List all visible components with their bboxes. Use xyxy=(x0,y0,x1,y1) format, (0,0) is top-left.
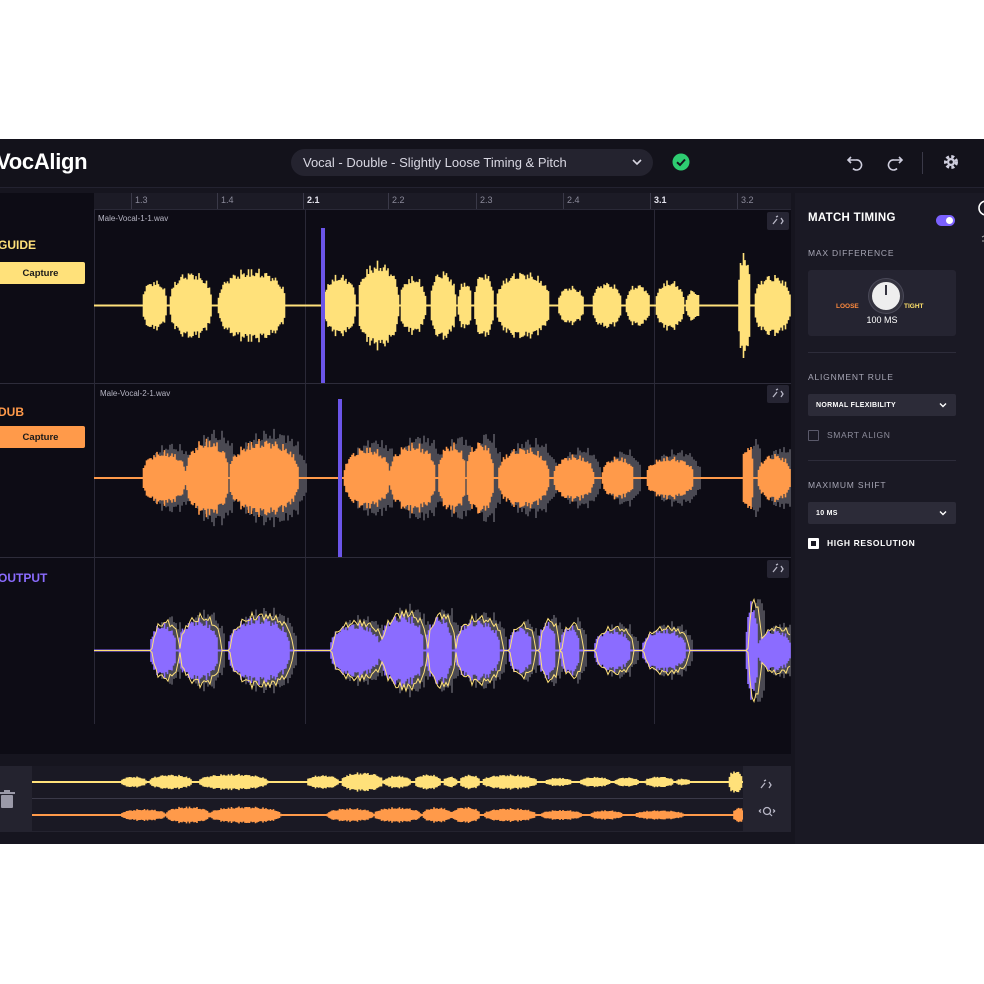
dub-lane: DUB Capture Male-Vocal-2-1.wav xyxy=(0,383,791,558)
max-difference-value: 100 MS xyxy=(866,315,898,325)
match-timing-toggle[interactable] xyxy=(936,215,955,226)
smart-align-label: SMART ALIGN xyxy=(827,430,891,440)
smart-align-checkbox[interactable] xyxy=(808,430,819,441)
trash-icon[interactable] xyxy=(0,789,16,809)
max-difference-label: MAX DIFFERENCE xyxy=(808,248,895,258)
guide-capture-button[interactable]: Capture xyxy=(0,262,85,284)
guide-track-name: GUIDE xyxy=(0,238,37,252)
playhead-cursor[interactable] xyxy=(338,399,342,557)
high-resolution-checkbox[interactable] xyxy=(808,538,819,549)
waveform-body xyxy=(94,438,791,518)
undo-icon[interactable] xyxy=(845,152,865,172)
output-label-area: OUTPUT xyxy=(0,557,95,724)
guide-label-area: GUIDE Capture xyxy=(0,210,95,383)
ruler-tick-label: 3.2 xyxy=(741,195,754,205)
ruler-tick xyxy=(131,193,132,209)
top-bar: VocAlign Vocal - Double - Slightly Loose… xyxy=(0,139,984,188)
maximum-shift-select[interactable]: 10 MS xyxy=(808,502,956,524)
knob-tight-label: TIGHT xyxy=(904,303,924,310)
ruler-tick xyxy=(476,193,477,209)
panel-divider xyxy=(808,352,956,353)
ruler-tick xyxy=(303,193,304,209)
redo-icon[interactable] xyxy=(885,152,905,172)
timeline-ruler[interactable]: 1.3 1.4 2.1 2.2 2.3 2.4 3.1 3.2 xyxy=(94,193,791,210)
ruler-tick xyxy=(737,193,738,209)
chevron-down-icon xyxy=(939,403,947,408)
knob-loose-label: LOOSE xyxy=(836,303,859,310)
waveform-body xyxy=(31,806,744,824)
chevron-down-icon xyxy=(632,159,642,166)
playhead-cursor[interactable] xyxy=(321,228,325,383)
waveform-editor: 1.3 1.4 2.1 2.2 2.3 2.4 3.1 3.2 GUIDE Capture M… xyxy=(0,193,791,808)
output-track-name: OUTPUT xyxy=(0,571,48,585)
gear-icon[interactable] xyxy=(941,152,961,172)
panel-edge-icon[interactable] xyxy=(977,199,984,249)
ruler-tick xyxy=(650,193,651,209)
waveform-tool-icon[interactable] xyxy=(755,776,777,794)
output-waveform[interactable] xyxy=(94,577,791,724)
ruler-tick-label: 3.1 xyxy=(654,195,667,205)
check-circle-icon xyxy=(672,153,690,171)
zoom-icon[interactable] xyxy=(755,804,779,820)
ruler-tick-label: 2.3 xyxy=(480,195,493,205)
panel-divider xyxy=(808,460,956,461)
dub-track-name: DUB xyxy=(0,405,24,419)
dub-capture-button[interactable]: Capture xyxy=(0,426,85,448)
overview-guide[interactable] xyxy=(31,766,744,799)
overview-dub[interactable] xyxy=(31,799,744,831)
dub-waveform[interactable] xyxy=(94,399,791,557)
ruler-tick xyxy=(388,193,389,209)
max-difference-knob[interactable] xyxy=(869,279,903,313)
preset-value: Vocal - Double - Slightly Loose Timing &… xyxy=(303,155,567,170)
ruler-tick xyxy=(563,193,564,209)
ruler-tick-label: 2.1 xyxy=(307,195,320,205)
dub-label-area: DUB Capture xyxy=(0,383,95,557)
ruler-tick xyxy=(217,193,218,209)
waveform-body xyxy=(31,771,744,793)
max-difference-control: LOOSE TIGHT 100 MS xyxy=(808,270,956,336)
ruler-tick-label: 2.4 xyxy=(567,195,580,205)
vocalign-window: VocAlign Vocal - Double - Slightly Loose… xyxy=(0,139,984,844)
dub-file-name: Male-Vocal-2-1.wav xyxy=(100,389,171,398)
waveform-tool-icon[interactable] xyxy=(767,560,789,578)
alignment-rule-select[interactable]: NORMAL FLEXIBILITY xyxy=(808,394,956,416)
match-timing-title: MATCH TIMING xyxy=(808,212,896,224)
maximum-shift-label: MAXIMUM SHIFT xyxy=(808,480,887,490)
alignment-rule-label: ALIGNMENT RULE xyxy=(808,372,894,382)
app-logo: VocAlign xyxy=(0,149,88,174)
ruler-tick-label: 2.2 xyxy=(392,195,405,205)
high-resolution-label: HIGH RESOLUTION xyxy=(827,538,916,548)
guide-file-name: Male-Vocal-1-1.wav xyxy=(98,214,169,223)
output-lane: OUTPUT xyxy=(0,557,791,724)
guide-waveform[interactable] xyxy=(94,228,791,383)
ruler-tick-label: 1.4 xyxy=(221,195,234,205)
guide-lane: GUIDE Capture Male-Vocal-1-1.wav xyxy=(0,210,791,384)
maximum-shift-value: 10 MS xyxy=(816,509,838,517)
waveform-body xyxy=(94,252,791,359)
overview-panel xyxy=(0,766,791,832)
toolbar-divider xyxy=(922,152,923,174)
alignment-rule-value: NORMAL FLEXIBILITY xyxy=(816,401,896,409)
preset-dropdown[interactable]: Vocal - Double - Slightly Loose Timing &… xyxy=(291,149,653,176)
ruler-tick-label: 1.3 xyxy=(135,195,148,205)
chevron-down-icon xyxy=(939,511,947,516)
settings-panel: MATCH TIMING MAX DIFFERENCE LOOSE TIGHT … xyxy=(795,193,984,844)
